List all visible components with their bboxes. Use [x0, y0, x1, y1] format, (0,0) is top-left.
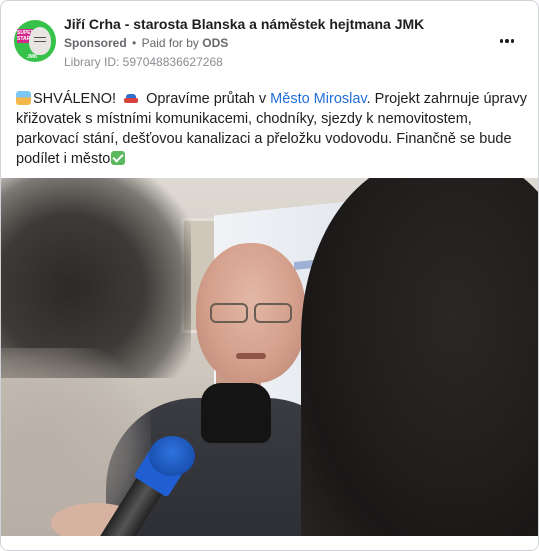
- post-text-headline: SHVÁLENO!: [33, 91, 116, 107]
- library-id: Library ID: 597048836627268: [64, 55, 223, 69]
- more-dot: [499, 39, 504, 43]
- post-text: SHVÁLENO! Opravíme průtah v Město Mirosl…: [16, 89, 528, 169]
- post-photo[interactable]: [1, 178, 538, 536]
- foreground-person-blur: [301, 178, 538, 536]
- glasses-icon: [208, 303, 294, 323]
- meta-separator: •: [132, 36, 137, 50]
- more-dot: [505, 39, 509, 43]
- sponsor-meta: Sponsored • Paid for by ODS: [64, 36, 228, 50]
- sponsored-label: Sponsored: [64, 36, 127, 50]
- avatar-face-icon: [29, 27, 51, 55]
- page-name-link[interactable]: Jiří Crha - starosta Blanska a náměstek …: [64, 16, 424, 32]
- check-mark-emoji-icon: [111, 151, 126, 165]
- page-avatar[interactable]: SUPER STAROSTA JMK: [14, 20, 56, 62]
- more-options-icon[interactable]: [495, 31, 519, 51]
- car-emoji-icon: [124, 94, 139, 105]
- ad-card: SUPER STAROSTA JMK Jiří Crha - starosta …: [0, 0, 539, 551]
- post-text-intro: Opravíme průtah v: [146, 91, 271, 107]
- location-link[interactable]: Město Miroslav: [270, 91, 366, 107]
- more-dot: [510, 39, 515, 43]
- avatar-footer: JMK: [27, 54, 38, 60]
- person-collar: [201, 383, 271, 443]
- paid-for-prefix: Paid for by: [141, 36, 199, 50]
- paid-for-by-link[interactable]: ODS: [202, 36, 228, 50]
- microphone-icon: [149, 436, 195, 476]
- post-header: SUPER STAROSTA JMK Jiří Crha - starosta …: [1, 1, 538, 77]
- wave-emoji-icon: [16, 91, 31, 105]
- person-mouth: [236, 353, 266, 359]
